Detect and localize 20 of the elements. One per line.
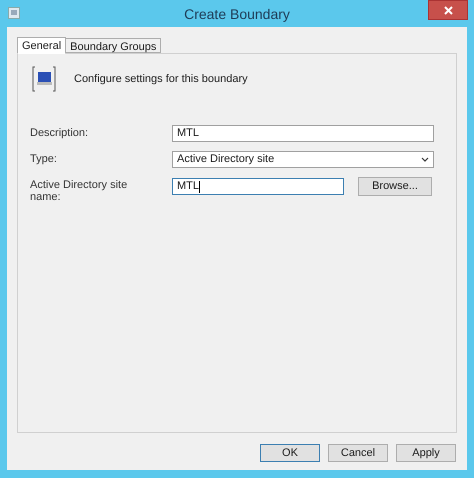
chevron-down-icon <box>421 157 429 162</box>
window-icon <box>8 7 20 19</box>
window-title: Create Boundary <box>184 5 290 24</box>
browse-button[interactable]: Browse... <box>358 177 432 196</box>
input-field[interactable]: MTL <box>172 125 434 142</box>
dialog-button[interactable]: OK <box>260 444 320 462</box>
dialog-button[interactable]: Cancel <box>328 444 388 462</box>
close-button[interactable] <box>428 0 468 20</box>
close-icon <box>444 6 452 14</box>
computer-monitor-icon <box>32 66 56 92</box>
tab[interactable]: General <box>17 37 66 54</box>
tab[interactable]: Boundary Groups <box>66 38 162 53</box>
header-text: Configure settings for this boundary <box>74 72 248 87</box>
field-label: Description: <box>30 126 90 139</box>
input-field[interactable]: MTL <box>172 178 344 195</box>
type-dropdown[interactable]: Active Directory site <box>172 151 434 168</box>
field-label: Type: <box>30 152 58 165</box>
text-cursor <box>199 180 200 192</box>
dialog-button[interactable]: Apply <box>396 444 456 462</box>
field-label: Active Directory site name: <box>30 178 128 203</box>
